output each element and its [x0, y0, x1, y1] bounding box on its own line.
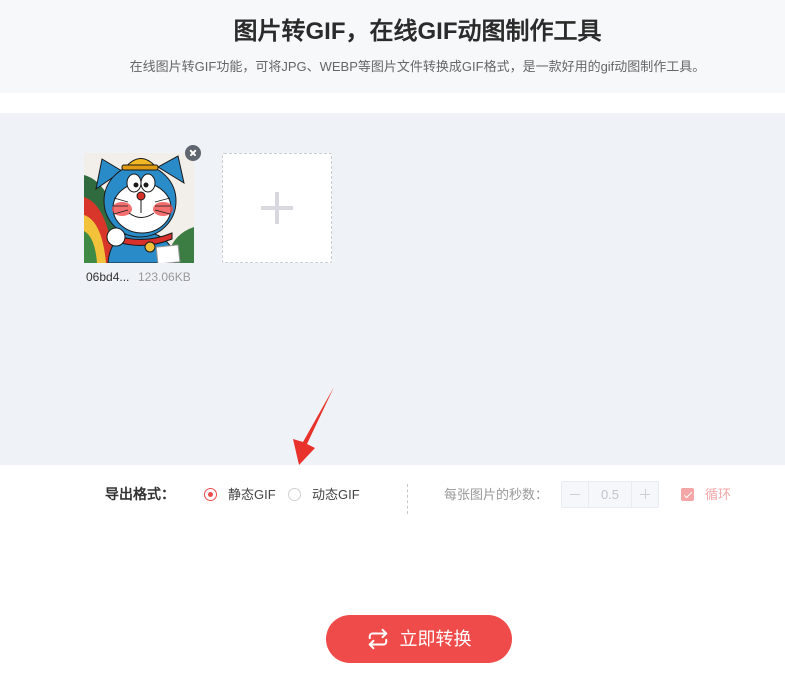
radio-static-gif[interactable] — [204, 488, 217, 501]
loop-label: 循环 — [705, 487, 732, 502]
right-eye — [140, 173, 156, 193]
doraemon-image — [84, 153, 194, 263]
radio-animated-gif[interactable] — [288, 488, 301, 501]
seconds-stepper[interactable] — [561, 481, 659, 508]
add-image-button[interactable] — [222, 153, 332, 263]
nose — [136, 191, 146, 201]
left-eye — [126, 173, 142, 193]
upload-area[interactable]: 06bd4... 123.06KB — [0, 113, 785, 465]
file-name: 06bd4... — [86, 270, 130, 284]
format-option-static[interactable]: 静态GIF — [204, 481, 276, 508]
convert-button-label: 立即转换 — [399, 629, 472, 649]
export-format-label: 导出格式： — [105, 486, 175, 502]
seconds-input[interactable] — [589, 482, 631, 507]
close-icon — [185, 145, 201, 161]
right-pupil — [143, 182, 149, 188]
options-divider — [407, 484, 408, 514]
convert-button[interactable]: 立即转换 — [326, 615, 512, 663]
file-size: 123.06KB — [138, 270, 191, 284]
repeat-icon — [368, 628, 387, 650]
plus-icon — [640, 489, 650, 499]
page-header: 图片转GIF，在线GIF动图制作工具 在线图片转GIF功能，可将JPG、WEBP… — [0, 0, 785, 93]
increment-button[interactable] — [631, 482, 658, 507]
format-option-label: 动态GIF — [312, 487, 360, 502]
export-options: 导出格式： 静态GIF 动态GIF 每张图片的秒数： 循环 — [0, 481, 785, 514]
format-option-animated[interactable]: 动态GIF — [288, 481, 360, 508]
decrement-button[interactable] — [562, 482, 589, 507]
minus-icon — [570, 489, 580, 499]
paper — [155, 244, 181, 263]
left-pupil — [133, 182, 139, 188]
hand — [106, 227, 126, 247]
format-option-label: 静态GIF — [228, 487, 276, 502]
plus-icon — [261, 192, 293, 224]
loop-option[interactable]: 循环 — [681, 481, 731, 508]
seconds-per-image-label: 每张图片的秒数： — [444, 487, 549, 502]
page-subtitle: 在线图片转GIF功能，可将JPG、WEBP等图片文件转换成GIF格式，是一款好用… — [129, 59, 706, 74]
loop-checkbox[interactable] — [681, 488, 694, 501]
page: 图片转GIF，在线GIF动图制作工具 在线图片转GIF功能，可将JPG、WEBP… — [0, 0, 785, 689]
bell — [144, 241, 156, 253]
hat-band — [121, 164, 159, 171]
image-thumbnail[interactable] — [84, 153, 194, 263]
remove-file-button[interactable] — [185, 145, 201, 161]
page-title: 图片转GIF，在线GIF动图制作工具 — [233, 18, 602, 45]
